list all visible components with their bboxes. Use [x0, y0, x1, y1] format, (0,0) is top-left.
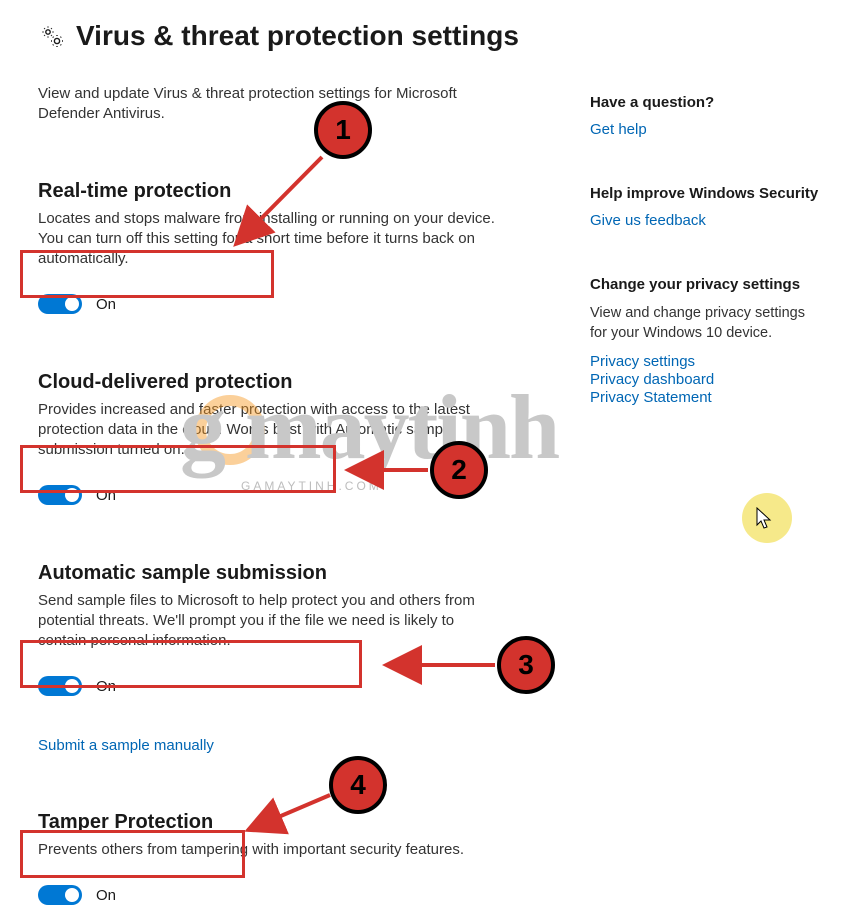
- toggle-tamper[interactable]: [38, 885, 82, 905]
- section-title-realtime: Real-time protection: [38, 180, 548, 203]
- toggle-label-realtime: On: [96, 296, 116, 313]
- watermark-subtext: GAMAYTINH.COM: [241, 479, 382, 493]
- page-title: Virus & threat protection settings: [76, 20, 519, 52]
- section-title-sample: Automatic sample submission: [38, 562, 548, 585]
- link-get-help[interactable]: Get help: [590, 121, 647, 138]
- toggle-realtime[interactable]: [38, 294, 82, 314]
- side-desc-privacy: View and change privacy settings for you…: [590, 303, 820, 343]
- watermark-text: g maytinh: [180, 374, 558, 480]
- gear-pair-icon: [38, 22, 66, 50]
- toggle-cloud[interactable]: [38, 485, 82, 505]
- link-give-feedback[interactable]: Give us feedback: [590, 212, 706, 229]
- toggle-sample[interactable]: [38, 676, 82, 696]
- page-description: View and update Virus & threat protectio…: [38, 84, 498, 124]
- toggle-label-tamper: On: [96, 887, 116, 904]
- link-privacy-statement[interactable]: Privacy Statement: [590, 389, 712, 406]
- section-title-tamper: Tamper Protection: [38, 811, 548, 834]
- section-desc-realtime: Locates and stops malware from installin…: [38, 209, 498, 269]
- side-title-improve: Help improve Windows Security: [590, 185, 820, 202]
- mouse-cursor-icon: [756, 507, 774, 536]
- toggle-label-sample: On: [96, 678, 116, 695]
- side-title-question: Have a question?: [590, 94, 820, 111]
- link-submit-sample-manually[interactable]: Submit a sample manually: [38, 737, 214, 754]
- link-privacy-settings[interactable]: Privacy settings: [590, 353, 695, 370]
- side-title-privacy: Change your privacy settings: [590, 276, 820, 293]
- toggle-label-cloud: On: [96, 487, 116, 504]
- link-privacy-dashboard[interactable]: Privacy dashboard: [590, 371, 714, 388]
- section-desc-tamper: Prevents others from tampering with impo…: [38, 840, 498, 860]
- section-desc-sample: Send sample files to Microsoft to help p…: [38, 591, 498, 651]
